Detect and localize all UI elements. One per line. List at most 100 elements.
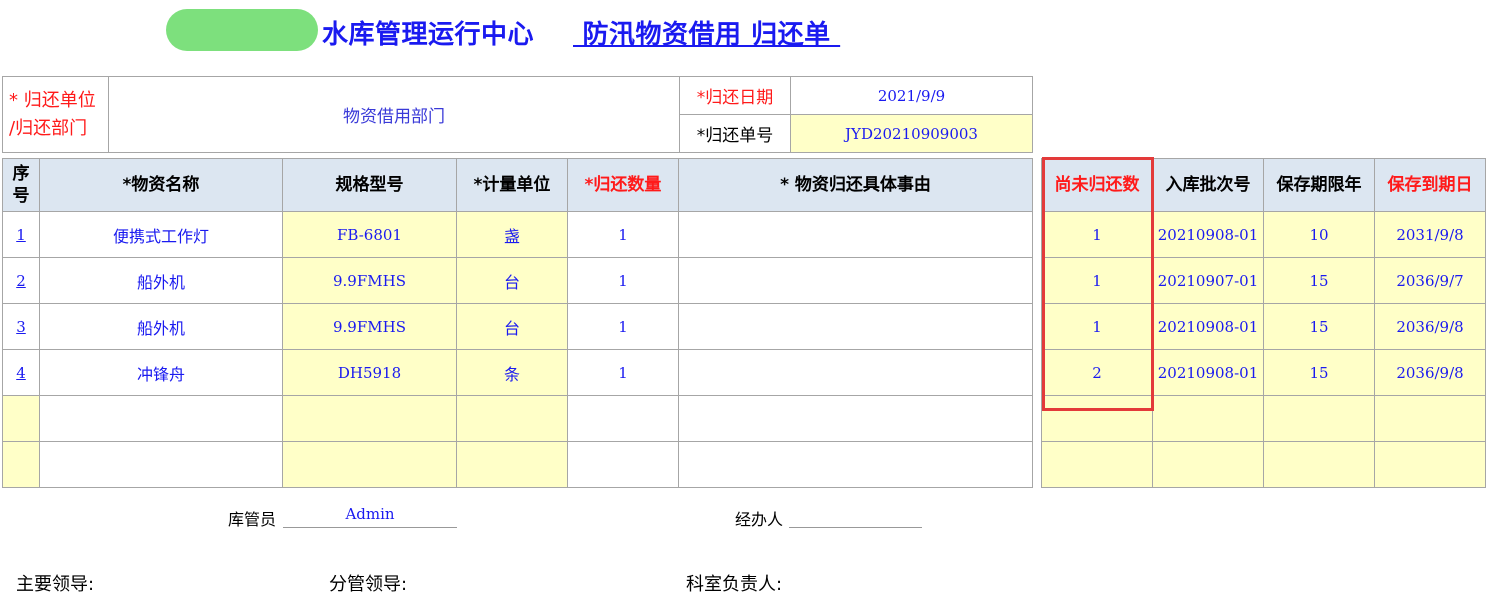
stock-status-table: 尚未归还数 入库批次号 保存期限年 保存到期日 1 20210908-01 10… bbox=[1041, 158, 1486, 488]
item-qty-cell[interactable] bbox=[567, 441, 679, 488]
batch-cell: 20210908-01 bbox=[1152, 211, 1264, 258]
row-seq-link[interactable]: 4 bbox=[2, 349, 40, 396]
col-header-spec: 规格型号 bbox=[282, 158, 457, 212]
batch-cell bbox=[1152, 441, 1264, 488]
item-unit-cell[interactable]: 盏 bbox=[456, 211, 568, 258]
years-cell bbox=[1263, 395, 1375, 442]
return-unit-field[interactable]: 物资借用部门 bbox=[108, 76, 680, 153]
row-seq-link[interactable]: 2 bbox=[2, 257, 40, 304]
table-row: 1 20210908-01 10 2031/9/8 bbox=[1041, 211, 1486, 258]
item-spec-cell[interactable]: 9.9FMHS bbox=[282, 257, 457, 304]
batch-cell: 20210908-01 bbox=[1152, 349, 1264, 396]
col-header-qty: *归还数量 bbox=[567, 158, 679, 212]
return-unit-label: * 归还单位 /归还部门 bbox=[2, 76, 109, 153]
form-title: 防汛物资借用 归还单 bbox=[573, 20, 841, 50]
item-qty-cell[interactable]: 1 bbox=[567, 211, 679, 258]
item-spec-cell[interactable] bbox=[282, 395, 457, 442]
handler-label: 经办人 bbox=[735, 510, 784, 529]
years-cell: 10 bbox=[1263, 211, 1375, 258]
keeper-label: 库管员 bbox=[228, 510, 277, 529]
table-row bbox=[1041, 441, 1486, 488]
item-name-cell[interactable]: 船外机 bbox=[39, 257, 283, 304]
page-title: 水库管理运行中心 bbox=[322, 20, 535, 50]
col-header-unit: *计量单位 bbox=[456, 158, 568, 212]
batch-cell bbox=[1152, 395, 1264, 442]
form-header-info: * 归还单位 /归还部门 物资借用部门 *归还日期 2021/9/9 *归还单号… bbox=[2, 76, 1033, 153]
table-row: 2 20210908-01 15 2036/9/8 bbox=[1041, 349, 1486, 396]
col-header-seq: 序号 bbox=[2, 158, 40, 212]
item-qty-cell[interactable] bbox=[567, 395, 679, 442]
batch-cell: 20210907-01 bbox=[1152, 257, 1264, 304]
item-qty-cell[interactable]: 1 bbox=[567, 257, 679, 304]
table-row bbox=[1041, 395, 1486, 442]
item-unit-cell[interactable]: 条 bbox=[456, 349, 568, 396]
col-header-years: 保存期限年 bbox=[1263, 158, 1375, 212]
pending-cell: 2 bbox=[1041, 349, 1153, 396]
main-leader-label: 主要领导: bbox=[16, 574, 95, 595]
table-row: 2 船外机 9.9FMHS 台 1 bbox=[2, 257, 1033, 304]
col-header-reason: * 物资归还具体事由 bbox=[678, 158, 1033, 212]
item-name-cell[interactable]: 冲锋舟 bbox=[39, 349, 283, 396]
item-unit-cell[interactable] bbox=[456, 441, 568, 488]
item-name-cell[interactable] bbox=[39, 441, 283, 488]
pending-cell: 1 bbox=[1041, 211, 1153, 258]
table-row: 1 便携式工作灯 FB-6801 盏 1 bbox=[2, 211, 1033, 258]
col-header-pending: 尚未归还数 bbox=[1041, 158, 1153, 212]
item-reason-cell[interactable] bbox=[678, 303, 1033, 350]
row-seq-link[interactable] bbox=[2, 441, 40, 488]
keeper-field[interactable]: Admin bbox=[283, 505, 457, 528]
item-spec-cell[interactable] bbox=[282, 441, 457, 488]
table-row: 1 20210908-01 15 2036/9/8 bbox=[1041, 303, 1486, 350]
years-cell: 15 bbox=[1263, 349, 1375, 396]
item-reason-cell[interactable] bbox=[678, 257, 1033, 304]
item-reason-cell[interactable] bbox=[678, 211, 1033, 258]
pending-cell: 1 bbox=[1041, 303, 1153, 350]
return-order-field[interactable]: JYD20210909003 bbox=[790, 114, 1033, 153]
col-header-batch: 入库批次号 bbox=[1152, 158, 1264, 212]
item-reason-cell[interactable] bbox=[678, 395, 1033, 442]
expiry-cell: 2036/9/7 bbox=[1374, 257, 1486, 304]
item-name-cell[interactable]: 船外机 bbox=[39, 303, 283, 350]
item-reason-cell[interactable] bbox=[678, 349, 1033, 396]
expiry-cell bbox=[1374, 395, 1486, 442]
expiry-cell: 2036/9/8 bbox=[1374, 303, 1486, 350]
expiry-cell: 2036/9/8 bbox=[1374, 349, 1486, 396]
deputy-leader-label: 分管领导: bbox=[329, 574, 408, 595]
years-cell: 15 bbox=[1263, 257, 1375, 304]
return-date-field[interactable]: 2021/9/9 bbox=[790, 76, 1033, 115]
item-reason-cell[interactable] bbox=[678, 441, 1033, 488]
item-spec-cell[interactable]: DH5918 bbox=[282, 349, 457, 396]
table-row bbox=[2, 395, 1033, 442]
table-row: 4 冲锋舟 DH5918 条 1 bbox=[2, 349, 1033, 396]
col-header-name: *物资名称 bbox=[39, 158, 283, 212]
row-seq-link[interactable] bbox=[2, 395, 40, 442]
table-row: 1 20210907-01 15 2036/9/7 bbox=[1041, 257, 1486, 304]
item-unit-cell[interactable] bbox=[456, 395, 568, 442]
row-seq-link[interactable]: 1 bbox=[2, 211, 40, 258]
pending-cell: 1 bbox=[1041, 257, 1153, 304]
section-head-label: 科室负责人: bbox=[686, 574, 783, 595]
batch-cell: 20210908-01 bbox=[1152, 303, 1264, 350]
item-spec-cell[interactable]: FB-6801 bbox=[282, 211, 457, 258]
years-cell bbox=[1263, 441, 1375, 488]
table-row bbox=[2, 441, 1033, 488]
col-header-expiry: 保存到期日 bbox=[1374, 158, 1486, 212]
expiry-cell: 2031/9/8 bbox=[1374, 211, 1486, 258]
item-qty-cell[interactable]: 1 bbox=[567, 303, 679, 350]
item-spec-cell[interactable]: 9.9FMHS bbox=[282, 303, 457, 350]
return-date-label: *归还日期 bbox=[679, 76, 791, 115]
pending-cell bbox=[1041, 395, 1153, 442]
years-cell: 15 bbox=[1263, 303, 1375, 350]
table-row: 3 船外机 9.9FMHS 台 1 bbox=[2, 303, 1033, 350]
redacted-org-name bbox=[166, 9, 318, 51]
item-qty-cell[interactable]: 1 bbox=[567, 349, 679, 396]
row-seq-link[interactable]: 3 bbox=[2, 303, 40, 350]
handler-field[interactable] bbox=[789, 505, 922, 528]
return-order-label: *归还单号 bbox=[679, 114, 791, 153]
item-name-cell[interactable]: 便携式工作灯 bbox=[39, 211, 283, 258]
item-unit-cell[interactable]: 台 bbox=[456, 257, 568, 304]
pending-cell bbox=[1041, 441, 1153, 488]
item-name-cell[interactable] bbox=[39, 395, 283, 442]
item-unit-cell[interactable]: 台 bbox=[456, 303, 568, 350]
expiry-cell bbox=[1374, 441, 1486, 488]
